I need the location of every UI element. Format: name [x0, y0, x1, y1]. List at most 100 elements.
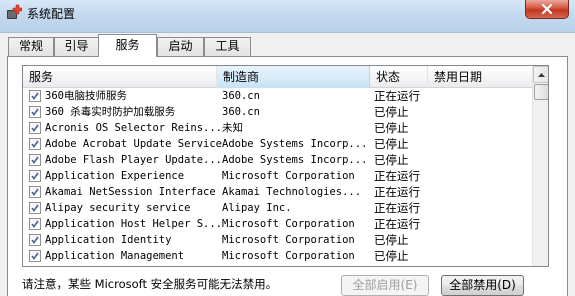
service-checkbox[interactable] [29, 186, 41, 198]
checkmark-icon [31, 108, 39, 116]
column-header-disabled-date[interactable]: 禁用日期 [428, 66, 532, 88]
security-note: 请注意，某些 Microsoft 安全服务可能无法禁用。 [22, 277, 278, 291]
tab-strip: 常规 引导 服务 启动 工具 [7, 34, 567, 57]
tab-boot[interactable]: 引导 [54, 37, 99, 56]
service-checkbox[interactable] [29, 122, 41, 134]
column-header-row: 服务 制造商 状态 禁用日期 [23, 66, 532, 88]
service-name: Application Identity [45, 234, 172, 246]
service-name: Akamai NetSession Interface [45, 186, 216, 198]
service-row[interactable]: 360 杀毒实时防护加载服务 360.cn 已停止 [23, 104, 532, 120]
service-maker: Alipay Inc. [222, 202, 292, 214]
scroll-up-button[interactable] [533, 66, 548, 83]
service-disabled-date [431, 232, 531, 248]
scroll-thumb[interactable] [534, 84, 548, 100]
checkmark-icon [31, 156, 39, 164]
service-maker: 360.cn [222, 106, 260, 118]
service-maker: Microsoft Corporation [222, 218, 355, 230]
tab-startup[interactable]: 启动 [157, 37, 204, 56]
service-disabled-date [431, 152, 531, 168]
column-header-status[interactable]: 状态 [370, 66, 428, 88]
service-checkbox[interactable] [29, 170, 41, 182]
service-maker: 未知 [222, 122, 243, 134]
service-maker: Microsoft Corporation [222, 234, 355, 246]
service-disabled-date [431, 248, 531, 264]
service-name: Application Experience [45, 170, 185, 182]
service-row[interactable]: Alipay security service Alipay Inc. 正在运行 [23, 200, 532, 216]
service-status: 正在运行 [374, 201, 420, 215]
service-maker: Akamai Technologies... [222, 186, 362, 198]
service-disabled-date [431, 136, 531, 152]
checkmark-icon [31, 124, 39, 132]
service-status: 正在运行 [374, 185, 420, 199]
checkmark-icon [31, 92, 39, 100]
service-row[interactable]: Application Host Helper S... Microsoft Co… [23, 216, 532, 232]
checkmark-icon [31, 236, 39, 244]
service-checkbox[interactable] [29, 106, 41, 118]
service-disabled-date [431, 216, 531, 232]
services-list[interactable]: 服务 制造商 状态 禁用日期 360电脑技师服务 360.cn 正在运行 360 杀毒… [22, 65, 549, 267]
checkmark-icon [31, 220, 39, 228]
checkmark-icon [31, 140, 39, 148]
service-name: 360 杀毒实时防护加载服务 [45, 106, 176, 118]
service-maker: Microsoft Corporation [222, 170, 355, 182]
service-disabled-date [431, 120, 531, 136]
service-row[interactable]: Adobe Flash Player Update... Adobe System… [23, 152, 532, 168]
service-name: Acronis OS Selector Reins... [45, 122, 223, 134]
service-row[interactable]: Application Management Microsoft Corporat… [23, 248, 532, 264]
service-status: 已停止 [374, 153, 409, 167]
service-row[interactable]: Application Identity Microsoft Corporatio… [23, 232, 532, 248]
service-row[interactable]: 360电脑技师服务 360.cn 正在运行 [23, 88, 532, 104]
disable-all-button[interactable]: 全部禁用(D) [441, 275, 524, 296]
tab-tools[interactable]: 工具 [204, 37, 251, 56]
service-disabled-date [431, 184, 531, 200]
service-row[interactable]: Adobe Acrobat Update Service Adobe System… [23, 136, 532, 152]
service-disabled-date [431, 88, 531, 104]
window-title: 系统配置 [27, 7, 76, 21]
column-header-service[interactable]: 服务 [23, 66, 217, 88]
service-status: 正在运行 [374, 89, 420, 103]
service-checkbox[interactable] [29, 138, 41, 150]
title-bar[interactable]: 系统配置 [0, 0, 575, 33]
system-config-app-icon [7, 4, 22, 19]
service-status: 正在运行 [374, 217, 420, 231]
service-name: Alipay security service [45, 202, 191, 214]
column-header-maker[interactable]: 制造商 [217, 66, 370, 88]
service-name: Adobe Acrobat Update Service [45, 138, 223, 150]
service-maker: Adobe Systems Incorp... [222, 154, 368, 166]
service-checkbox[interactable] [29, 234, 41, 246]
service-status: 已停止 [374, 105, 409, 119]
service-name: Application Management [45, 250, 185, 262]
checkmark-icon [31, 188, 39, 196]
service-checkbox[interactable] [29, 154, 41, 166]
checkmark-icon [31, 172, 39, 180]
checkmark-icon [31, 252, 39, 260]
service-name: Application Host Helper S... [45, 218, 223, 230]
service-row[interactable]: Acronis OS Selector Reins... 未知 已停止 [23, 120, 532, 136]
service-checkbox[interactable] [29, 218, 41, 230]
enable-all-button[interactable]: 全部启用(E) [341, 275, 429, 296]
close-icon [541, 4, 553, 14]
service-rows: 360电脑技师服务 360.cn 正在运行 360 杀毒实时防护加载服务 360.cn 已… [23, 88, 532, 264]
close-button[interactable] [525, 0, 569, 19]
service-status: 已停止 [374, 137, 409, 151]
service-maker: 360.cn [222, 90, 260, 102]
arrow-up-icon [538, 72, 545, 77]
service-status: 已停止 [374, 249, 409, 263]
service-name: 360电脑技师服务 [45, 90, 127, 102]
tab-services[interactable]: 服务 [98, 34, 157, 57]
service-checkbox[interactable] [29, 250, 41, 262]
service-status: 已停止 [374, 233, 409, 247]
service-name: Adobe Flash Player Update... [45, 154, 223, 166]
service-disabled-date [431, 200, 531, 216]
service-checkbox[interactable] [29, 90, 41, 102]
service-row[interactable]: Application Experience Microsoft Corporat… [23, 168, 532, 184]
service-checkbox[interactable] [29, 202, 41, 214]
service-maker: Microsoft Corporation [222, 250, 355, 262]
vertical-scrollbar[interactable] [532, 66, 548, 266]
service-status: 正在运行 [374, 169, 420, 183]
checkmark-icon [31, 204, 39, 212]
service-disabled-date [431, 104, 531, 120]
service-row[interactable]: Akamai NetSession Interface Akamai Techno… [23, 184, 532, 200]
tab-general[interactable]: 常规 [8, 37, 54, 56]
service-disabled-date [431, 168, 531, 184]
